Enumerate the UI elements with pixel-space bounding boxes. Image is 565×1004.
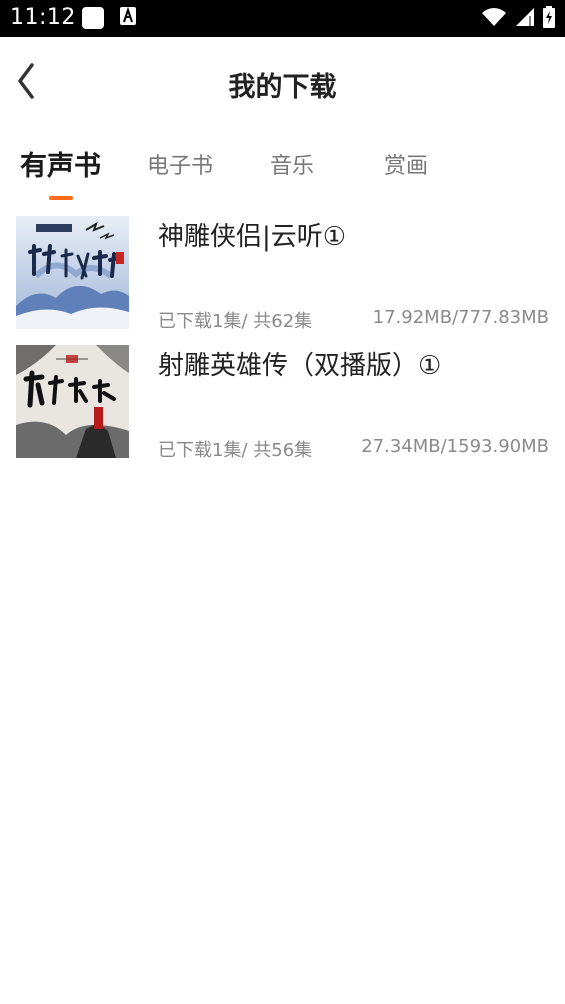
list-item[interactable]: 神雕侠侣|云听① 已下载1集/ 共62集 17.92MB/777.83MB <box>0 216 565 345</box>
notification-square-icon <box>82 7 104 29</box>
status-time: 11:12 <box>10 5 76 30</box>
download-list: 神雕侠侣|云听① 已下载1集/ 共62集 17.92MB/777.83MB 射雕… <box>0 216 565 474</box>
font-a-icon <box>120 6 142 29</box>
item-episode-count: 已下载1集/ 共56集 <box>158 440 313 461</box>
item-file-size: 17.92MB/777.83MB <box>372 307 549 328</box>
tab-paintings[interactable]: 赏画 <box>384 148 428 180</box>
battery-icon <box>543 6 555 32</box>
tab-ebooks[interactable]: 电子书 <box>147 148 213 180</box>
tab-audiobooks[interactable]: 有声书 <box>20 144 101 183</box>
item-file-size: 27.34MB/1593.90MB <box>361 436 549 457</box>
wifi-icon <box>481 7 507 31</box>
signal-icon <box>515 7 535 31</box>
active-tab-indicator <box>49 196 73 200</box>
tab-music[interactable]: 音乐 <box>270 148 314 180</box>
book-cover-shendiao-icon <box>16 216 129 329</box>
status-bar: 11:12 <box>0 0 565 37</box>
list-item[interactable]: 射雕英雄传（双播版）① 已下载1集/ 共56集 27.34MB/1593.90M… <box>0 345 565 474</box>
item-episode-count: 已下载1集/ 共62集 <box>158 311 313 332</box>
item-title: 神雕侠侣|云听① <box>158 222 347 252</box>
book-cover-shediao-icon <box>16 345 129 458</box>
page-title: 我的下载 <box>228 72 337 103</box>
category-tabs: 有声书 电子书 音乐 赏画 <box>0 140 565 204</box>
app-bar: 我的下载 <box>0 37 565 125</box>
item-title: 射雕英雄传（双播版）① <box>158 351 442 381</box>
